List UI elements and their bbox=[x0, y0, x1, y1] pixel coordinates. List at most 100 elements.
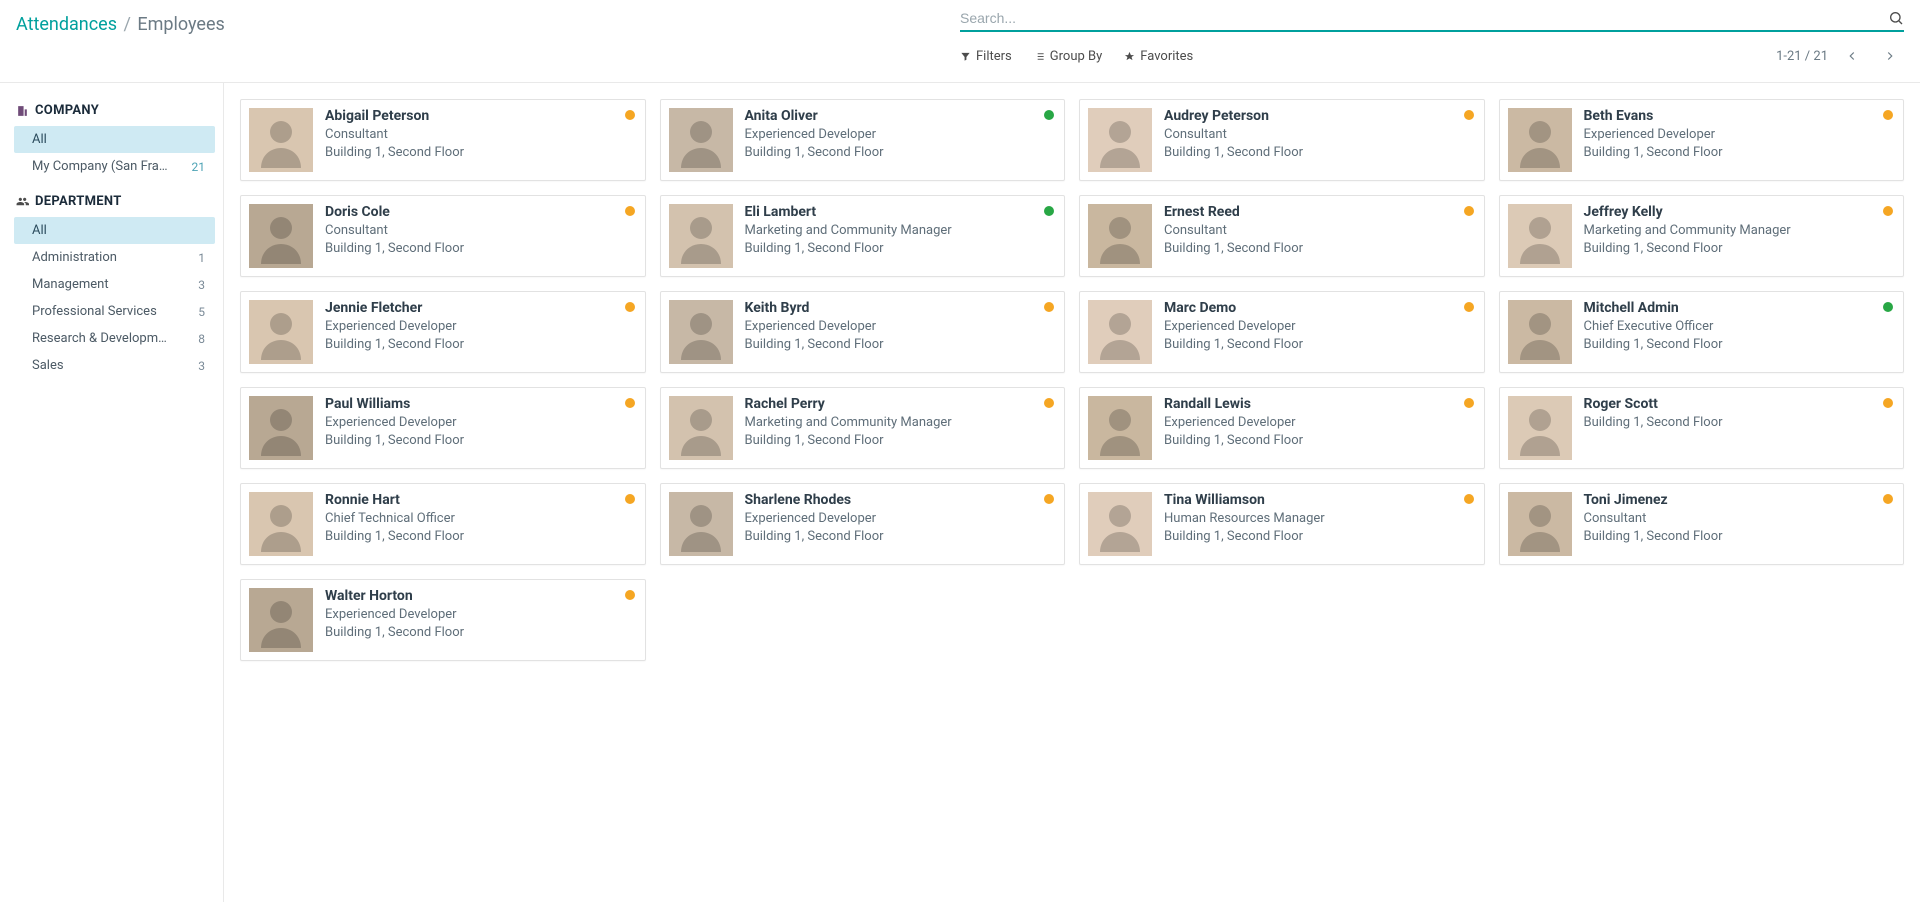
status-indicator bbox=[625, 110, 635, 120]
filters-button[interactable]: Filters bbox=[960, 49, 1012, 64]
employee-name: Keith Byrd bbox=[745, 300, 1055, 316]
employee-card[interactable]: Marc DemoExperienced DeveloperBuilding 1… bbox=[1079, 291, 1485, 373]
employee-card[interactable]: Jennie FletcherExperienced DeveloperBuil… bbox=[240, 291, 646, 373]
employee-card[interactable]: Ronnie HartChief Technical OfficerBuildi… bbox=[240, 483, 646, 565]
employee-card[interactable]: Rachel PerryMarketing and Community Mana… bbox=[660, 387, 1066, 469]
avatar bbox=[669, 300, 733, 364]
card-body: Eli LambertMarketing and Community Manag… bbox=[745, 204, 1055, 256]
employee-card[interactable]: Toni JimenezConsultantBuilding 1, Second… bbox=[1499, 483, 1905, 565]
sidebar-item[interactable]: Administration1 bbox=[14, 244, 215, 271]
employee-card[interactable]: Paul WilliamsExperienced DeveloperBuildi… bbox=[240, 387, 646, 469]
sidebar-item[interactable]: Research & Development8 bbox=[14, 325, 215, 352]
sidebar-item[interactable]: My Company (San Franci...21 bbox=[14, 153, 215, 180]
employee-name: Rachel Perry bbox=[745, 396, 1055, 412]
employee-location: Building 1, Second Floor bbox=[745, 241, 1055, 256]
avatar bbox=[249, 300, 313, 364]
sidebar-item[interactable]: All bbox=[14, 217, 215, 244]
employee-card[interactable]: Doris ColeConsultantBuilding 1, Second F… bbox=[240, 195, 646, 277]
sidebar-item-label: Management bbox=[32, 277, 109, 292]
content: Abigail Peterson Consultant Building 1, Se… bbox=[224, 83, 1920, 902]
employee-location: Building 1, Second Floor bbox=[1164, 145, 1474, 160]
search-area: Filters Group By Favorites 1-21 / 21 bbox=[960, 8, 1904, 82]
sidebar-item[interactable]: All bbox=[14, 126, 215, 153]
employee-card[interactable]: Jeffrey Kelly Marketing and Community Man… bbox=[1499, 195, 1905, 277]
breadcrumb-current: Employees bbox=[137, 14, 224, 35]
topbar: Attendances / Employees Filters bbox=[0, 0, 1920, 83]
employee-location: Building 1, Second Floor bbox=[745, 145, 1055, 160]
avatar bbox=[1508, 108, 1572, 172]
avatar bbox=[1088, 204, 1152, 268]
employee-card[interactable]: Roger ScottBuilding 1, Second Floor bbox=[1499, 387, 1905, 469]
department-heading-text: DEPARTMENT bbox=[35, 194, 122, 209]
employee-role: Marketing and Community Manager bbox=[1584, 223, 1894, 238]
avatar bbox=[249, 108, 313, 172]
sidebar: COMPANY AllMy Company (San Franci...21 D… bbox=[0, 83, 224, 902]
employee-card[interactable]: Eli LambertMarketing and Community Manag… bbox=[660, 195, 1066, 277]
employee-card[interactable]: Randall LewisExperienced DeveloperBuildi… bbox=[1079, 387, 1485, 469]
employee-location: Building 1, Second Floor bbox=[1164, 433, 1474, 448]
favorites-label: Favorites bbox=[1140, 49, 1193, 64]
avatar bbox=[669, 492, 733, 556]
sidebar-item[interactable]: Management3 bbox=[14, 271, 215, 298]
sidebar-item-count: 1 bbox=[198, 251, 205, 265]
employee-card[interactable]: Keith ByrdExperienced DeveloperBuilding … bbox=[660, 291, 1066, 373]
employee-card[interactable]: Abigail PetersonConsultantBuilding 1, Se… bbox=[240, 99, 646, 181]
pager-prev[interactable] bbox=[1838, 42, 1866, 70]
sidebar-item-count: 21 bbox=[192, 160, 206, 174]
pager-next[interactable] bbox=[1876, 42, 1904, 70]
employee-role: Experienced Developer bbox=[745, 511, 1055, 526]
employee-role: Chief Technical Officer bbox=[325, 511, 635, 526]
favorites-button[interactable]: Favorites bbox=[1124, 49, 1193, 64]
employee-name: Abigail Peterson bbox=[325, 108, 635, 124]
employee-card[interactable]: Walter HortonExperienced DeveloperBuildi… bbox=[240, 579, 646, 661]
status-indicator bbox=[625, 206, 635, 216]
status-indicator bbox=[1044, 302, 1054, 312]
employee-card[interactable]: Audrey Peterson Consultant Building 1, Sec… bbox=[1079, 99, 1485, 181]
employee-role: Chief Executive Officer bbox=[1584, 319, 1894, 334]
sidebar-item[interactable]: Professional Services5 bbox=[14, 298, 215, 325]
employee-location: Building 1, Second Floor bbox=[1584, 241, 1894, 256]
employee-card[interactable]: Mitchell Admin Chief Executive Officer Bui… bbox=[1499, 291, 1905, 373]
employee-card[interactable]: Sharlene RhodesExperienced DeveloperBuil… bbox=[660, 483, 1066, 565]
search-input[interactable] bbox=[960, 10, 1888, 26]
employee-role: Human Resources Manager bbox=[1164, 511, 1474, 526]
card-body: Mitchell Admin Chief Executive Officer Bui… bbox=[1584, 300, 1894, 352]
employee-location: Building 1, Second Floor bbox=[745, 529, 1055, 544]
chevron-right-icon bbox=[1883, 49, 1897, 63]
employee-location: Building 1, Second Floor bbox=[325, 337, 635, 352]
employee-role: Experienced Developer bbox=[1584, 127, 1894, 142]
employee-card[interactable]: Ernest ReedConsultantBuilding 1, Second … bbox=[1079, 195, 1485, 277]
employee-card[interactable]: Anita OliverExperienced DeveloperBuildin… bbox=[660, 99, 1066, 181]
pager-text: 1-21 / 21 bbox=[1776, 49, 1828, 64]
employee-card[interactable]: Tina WilliamsonHuman Resources ManagerBu… bbox=[1079, 483, 1485, 565]
avatar bbox=[1508, 396, 1572, 460]
groupby-label: Group By bbox=[1050, 49, 1103, 64]
status-indicator bbox=[1464, 398, 1474, 408]
sidebar-item-label: All bbox=[32, 223, 47, 238]
card-body: Roger ScottBuilding 1, Second Floor bbox=[1584, 396, 1894, 430]
avatar bbox=[1088, 300, 1152, 364]
sidebar-item[interactable]: Sales3 bbox=[14, 352, 215, 379]
card-body: Keith ByrdExperienced DeveloperBuilding … bbox=[745, 300, 1055, 352]
employee-name: Paul Williams bbox=[325, 396, 635, 412]
avatar bbox=[249, 396, 313, 460]
employee-name: Audrey Peterson bbox=[1164, 108, 1474, 124]
employee-name: Jeffrey Kelly bbox=[1584, 204, 1894, 220]
breadcrumb-root[interactable]: Attendances bbox=[16, 14, 117, 35]
card-body: Toni JimenezConsultantBuilding 1, Second… bbox=[1584, 492, 1894, 544]
chevron-left-icon bbox=[1845, 49, 1859, 63]
employee-card[interactable]: Beth EvansExperienced DeveloperBuilding … bbox=[1499, 99, 1905, 181]
status-indicator bbox=[1464, 206, 1474, 216]
sidebar-item-count: 3 bbox=[198, 359, 205, 373]
search-icon[interactable] bbox=[1888, 10, 1904, 26]
employee-location: Building 1, Second Floor bbox=[1584, 337, 1894, 352]
groupby-button[interactable]: Group By bbox=[1034, 49, 1103, 64]
employee-name: Beth Evans bbox=[1584, 108, 1894, 124]
sidebar-item-label: All bbox=[32, 132, 47, 147]
list-icon bbox=[1034, 51, 1045, 62]
sidebar-heading-department: DEPARTMENT bbox=[16, 194, 223, 209]
employee-role: Consultant bbox=[325, 223, 635, 238]
employee-role: Consultant bbox=[1164, 127, 1474, 142]
card-body: Beth EvansExperienced DeveloperBuilding … bbox=[1584, 108, 1894, 160]
employee-name: Mitchell Admin bbox=[1584, 300, 1894, 316]
